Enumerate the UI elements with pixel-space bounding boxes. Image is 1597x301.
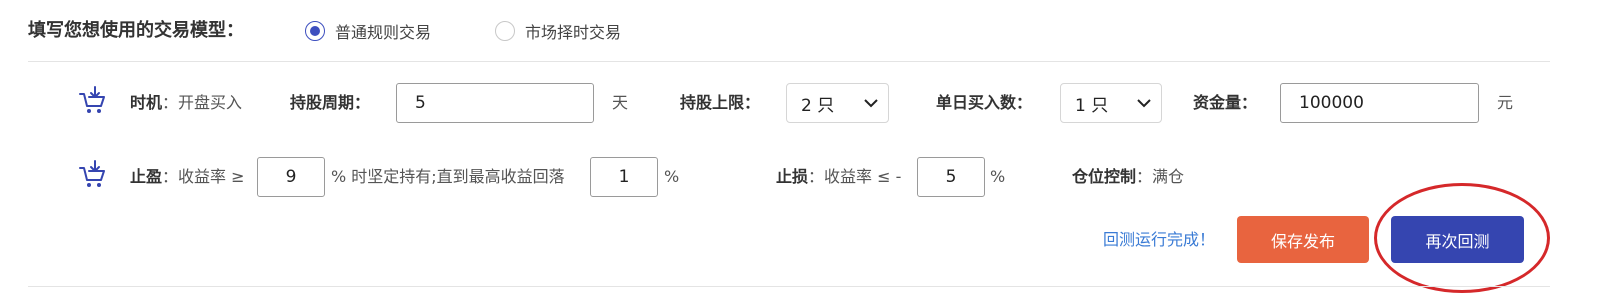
cart-add-icon [79, 160, 105, 187]
position-control-text: ：满仓 [1136, 167, 1185, 186]
hold-period-unit: 天 [612, 93, 629, 112]
hold-period-label: 持股周期： [290, 93, 371, 112]
daily-buy-value: 1 只 [1075, 95, 1109, 116]
take-profit-field: 止盈：收益率 ≥ [130, 165, 245, 189]
chevron-down-icon [864, 99, 878, 108]
capital-unit: 元 [1497, 93, 1514, 112]
timing-label: 时机 [130, 93, 163, 112]
divider-bottom [28, 286, 1550, 287]
hold-limit-value: 2 只 [801, 95, 835, 116]
model-title: 填写您想使用的交易模型： [28, 20, 244, 41]
take-profit-text: ：收益率 ≥ [162, 167, 245, 186]
radio-checked-icon[interactable] [305, 21, 325, 41]
take-profit-mid-text: % 时坚定持有;直到最高收益回落 [331, 167, 565, 186]
stop-loss-unit: % [990, 167, 1006, 186]
stop-loss-text: ：收益率 ≤ - [808, 167, 902, 186]
take-profit-input[interactable] [257, 157, 325, 197]
stop-loss-label: 止损 [776, 167, 809, 186]
retest-button[interactable]: 再次回测 [1391, 216, 1524, 263]
daily-buy-label: 单日买入数： [936, 93, 1033, 112]
radio-label: 市场择时交易 [525, 23, 622, 42]
divider-top [28, 61, 1550, 62]
cart-add-icon [79, 86, 105, 113]
timing-field: 时机：开盘买入 [130, 91, 242, 115]
chevron-down-icon [1137, 99, 1151, 108]
radio-market-timing-trading[interactable]: 市场择时交易 [495, 17, 621, 45]
timing-separator: ： [162, 93, 179, 112]
hold-limit-select[interactable]: 2 只 [786, 83, 889, 123]
daily-buy-select[interactable]: 1 只 [1060, 83, 1162, 123]
position-control-field: 仓位控制：满仓 [1072, 165, 1184, 189]
take-profit-label: 止盈 [130, 167, 163, 186]
hold-period-input[interactable] [396, 83, 594, 123]
position-control-label: 仓位控制 [1072, 167, 1137, 186]
stop-loss-field: 止损：收益率 ≤ - [776, 165, 901, 189]
radio-label: 普通规则交易 [335, 23, 432, 42]
radio-unchecked-icon[interactable] [495, 21, 515, 41]
status-message: 回测运行完成！ [1103, 230, 1216, 249]
timing-value: 开盘买入 [178, 93, 243, 112]
hold-limit-label: 持股上限： [680, 93, 761, 112]
radio-normal-rule-trading[interactable]: 普通规则交易 [305, 17, 431, 45]
drawdown-input[interactable] [590, 157, 658, 197]
stop-loss-input[interactable] [917, 157, 985, 197]
save-publish-button[interactable]: 保存发布 [1237, 216, 1369, 263]
capital-input[interactable] [1280, 83, 1479, 123]
drawdown-unit: % [664, 167, 680, 186]
capital-label: 资金量： [1193, 93, 1258, 112]
